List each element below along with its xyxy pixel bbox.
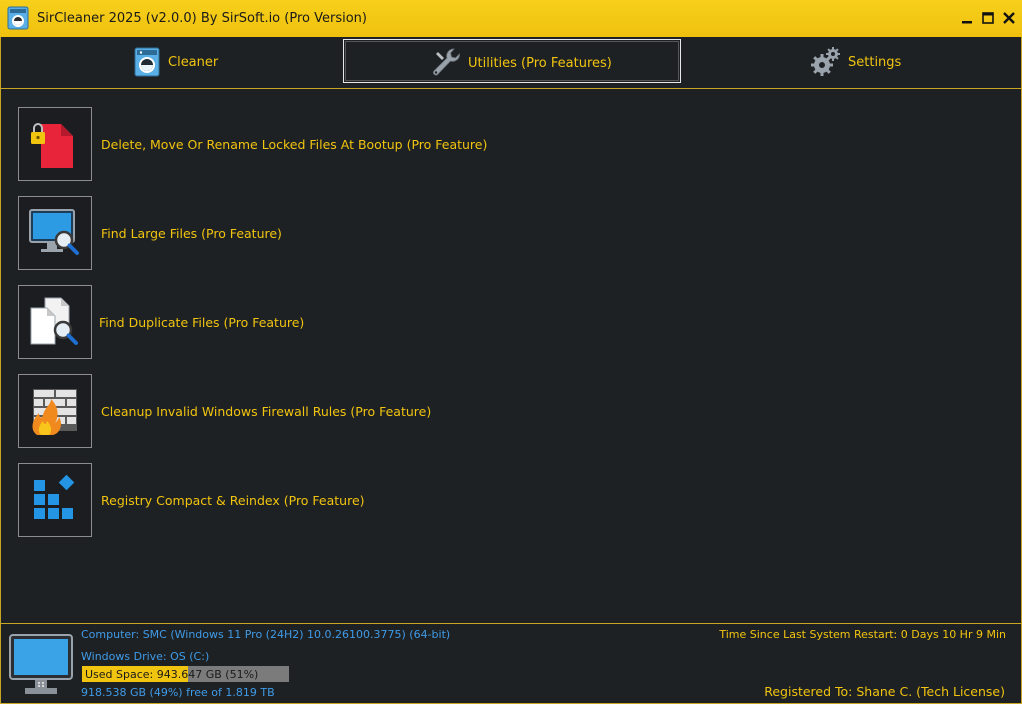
gears-icon xyxy=(811,47,840,76)
feature-label: Registry Compact & Reindex (Pro Feature) xyxy=(101,493,365,508)
windows-drive-info: Windows Drive: OS (C:) xyxy=(81,650,210,663)
free-space-info: 918.538 GB (49%) free of 1.819 TB xyxy=(81,686,275,699)
registry-blocks-icon xyxy=(34,474,75,519)
feature-icon-button[interactable] xyxy=(18,107,92,181)
feature-icon-button[interactable] xyxy=(18,285,92,359)
window-title: SirCleaner 2025 (v2.0.0) By SirSoft.io (… xyxy=(37,11,367,26)
feature-locked-files[interactable]: Delete, Move Or Rename Locked Files At B… xyxy=(18,107,618,181)
tab-utilities-label: Utilities (Pro Features) xyxy=(468,56,612,71)
main-window: Cleaner Utilities (Pro Features) Setting… xyxy=(0,37,1022,704)
computer-monitor-icon xyxy=(9,634,73,694)
wrench-icon xyxy=(433,48,460,76)
disk-usage-text: Used Space: 943.647 GB (51%) xyxy=(85,668,259,681)
uptime-info: Time Since Last System Restart: 0 Days 1… xyxy=(719,628,1006,641)
tab-divider xyxy=(1,88,1021,89)
washing-machine-icon xyxy=(134,47,160,77)
feature-registry-compact[interactable]: Registry Compact & Reindex (Pro Feature) xyxy=(18,463,618,537)
feature-label: Cleanup Invalid Windows Firewall Rules (… xyxy=(101,404,432,419)
app-icon xyxy=(7,6,29,30)
feature-icon-button[interactable] xyxy=(18,463,92,537)
footer-divider xyxy=(1,623,1021,624)
tab-settings-label: Settings xyxy=(848,55,902,70)
feature-label: Delete, Move Or Rename Locked Files At B… xyxy=(101,137,488,152)
tab-cleaner-label: Cleaner xyxy=(168,55,219,70)
feature-label: Find Large Files (Pro Feature) xyxy=(101,226,282,241)
disk-usage-bar: Used Space: 943.647 GB (51%) xyxy=(82,666,289,682)
minimize-icon[interactable] xyxy=(960,10,974,26)
firewall-icon xyxy=(32,389,77,435)
tab-utilities[interactable]: Utilities (Pro Features) xyxy=(343,39,681,83)
tab-settings[interactable]: Settings xyxy=(807,39,1007,83)
locked-file-icon xyxy=(31,123,73,168)
feature-label: Find Duplicate Files (Pro Feature) xyxy=(99,315,305,330)
tab-cleaner[interactable]: Cleaner xyxy=(131,39,341,83)
computer-info: Computer: SMC (Windows 11 Pro (24H2) 10.… xyxy=(81,628,451,641)
feature-firewall-rules[interactable]: Cleanup Invalid Windows Firewall Rules (… xyxy=(18,374,618,448)
close-icon[interactable] xyxy=(1002,10,1016,26)
feature-large-files[interactable]: Find Large Files (Pro Feature) xyxy=(18,196,618,270)
monitor-search-icon xyxy=(29,209,79,255)
registered-to-info: Registered To: Shane C. (Tech License) xyxy=(764,684,1005,699)
maximize-icon[interactable] xyxy=(981,10,995,26)
feature-icon-button[interactable] xyxy=(18,196,92,270)
feature-icon-button[interactable] xyxy=(18,374,92,448)
title-bar: SirCleaner 2025 (v2.0.0) By SirSoft.io (… xyxy=(0,0,1022,37)
feature-duplicate-files[interactable]: Find Duplicate Files (Pro Feature) xyxy=(18,285,618,359)
duplicate-files-search-icon xyxy=(30,297,78,345)
